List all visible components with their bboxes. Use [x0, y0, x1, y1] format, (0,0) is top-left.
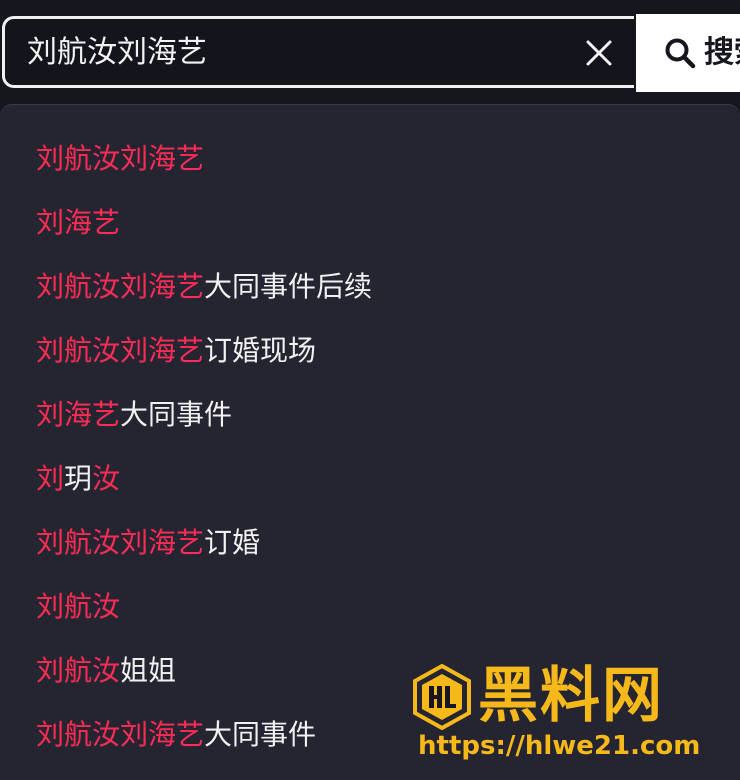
suggestion-highlight: 刘航汝刘海艺 [36, 718, 205, 751]
suggestion-item[interactable]: 刘航汝 [0, 575, 740, 639]
suggestion-highlight: 刘航汝刘海艺 [36, 526, 205, 559]
search-button-label: 搜索 [704, 35, 740, 70]
suggestion-rest: 大同事件后续 [204, 270, 373, 303]
close-icon [586, 40, 612, 66]
search-icon [664, 37, 696, 69]
suggestion-item[interactable]: 刘玥汝 [0, 447, 740, 511]
suggestion-rest: 订婚现场 [204, 334, 317, 367]
clear-button[interactable] [577, 31, 621, 75]
suggestion-rest: 订婚 [204, 526, 261, 559]
suggestion-rest: 大同事件 [204, 718, 317, 751]
hl-logo-icon [413, 664, 471, 730]
suggestion-rest: 玥 [64, 462, 93, 495]
suggestion-rest: 大同事件 [120, 398, 233, 431]
watermark-name: 黑料网 [478, 661, 664, 731]
suggestion-item[interactable]: 刘海艺 [0, 191, 740, 255]
search-input[interactable] [27, 31, 547, 75]
suggestion-highlight: 刘航汝刘海艺 [36, 334, 205, 367]
suggestion-highlight: 刘海艺 [36, 398, 121, 431]
suggestion-highlight: 刘航汝 [36, 654, 121, 687]
suggestion-item[interactable]: 刘航汝刘海艺 [0, 127, 740, 191]
search-button[interactable]: 搜索 [636, 14, 740, 92]
suggestion-item[interactable]: 刘航汝刘海艺订婚现场 [0, 319, 740, 383]
suggestion-rest: 姐姐 [120, 654, 177, 687]
search-input-wrapper [2, 16, 634, 88]
suggestion-highlight: 汝 [92, 462, 121, 495]
search-bar: 搜索 [0, 14, 740, 94]
search-page: 搜索 刘航汝刘海艺刘海艺刘航汝刘海艺大同事件后续刘航汝刘海艺订婚现场刘海艺大同事… [0, 0, 740, 780]
suggestion-item[interactable]: 刘航汝刘海艺订婚 [0, 511, 740, 575]
suggestion-item[interactable]: 刘海艺大同事件 [0, 383, 740, 447]
suggestion-item[interactable]: 刘航汝刘海艺大同事件后续 [0, 255, 740, 319]
suggestion-highlight: 刘 [36, 462, 65, 495]
top-strip [0, 0, 740, 14]
suggestion-highlight: 刘航汝刘海艺 [36, 270, 205, 303]
watermark: 黑料网 https://hlwe21.com [412, 660, 732, 770]
suggestion-highlight: 刘航汝 [36, 590, 121, 623]
suggestion-highlight: 刘海艺 [36, 206, 121, 239]
watermark-url: https://hlwe21.com [418, 731, 701, 761]
suggestion-highlight: 刘航汝刘海艺 [36, 142, 205, 175]
